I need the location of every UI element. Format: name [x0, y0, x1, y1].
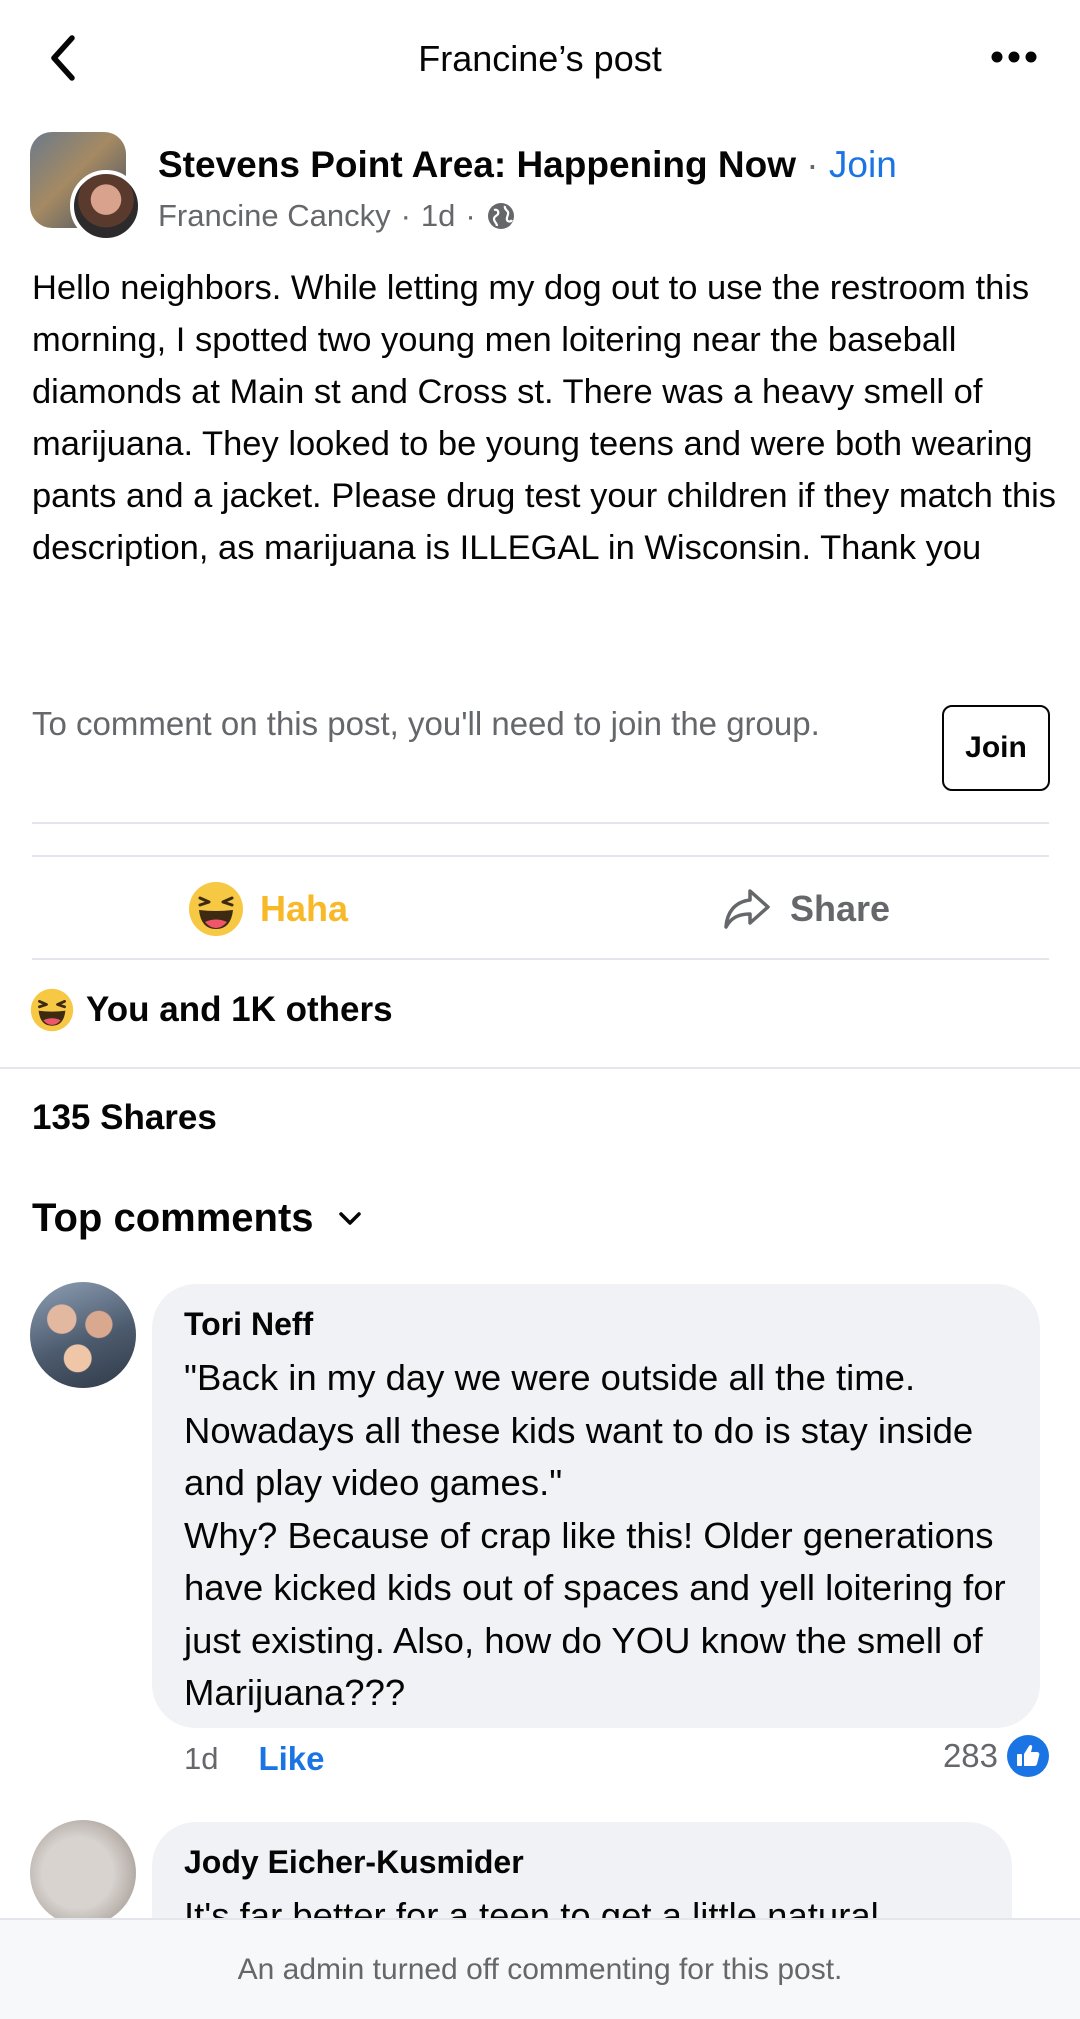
post-meta: Francine Cancky · 1d · [158, 198, 516, 234]
chevron-down-icon [338, 1211, 361, 1225]
group-name[interactable]: Stevens Point Area: Happening Now [158, 144, 796, 185]
post-body: Hello neighbors. While letting my dog ou… [32, 269, 1057, 567]
like-count-number: 283 [942, 1737, 998, 1774]
top-bar: Francine’s post [0, 0, 1080, 120]
commenter-avatar[interactable] [30, 1282, 136, 1388]
comment-time: 1d [184, 1741, 219, 1776]
join-prompt-text: To comment on this post, you'll need to … [32, 705, 820, 742]
comment-like-count[interactable]: 283 [943, 1734, 1050, 1778]
divider [32, 822, 1049, 824]
more-horizontal-icon [991, 51, 1037, 63]
join-group-link[interactable]: Join [829, 144, 897, 185]
commenting-disabled-bar: An admin turned off commenting for this … [0, 1918, 1080, 2019]
meta-separator: · [400, 198, 411, 233]
comment-author[interactable]: Jody Eicher-Kusmider [184, 1844, 524, 1881]
group-line: Stevens Point Area: Happening Now · Join [158, 144, 897, 186]
haha-reaction-button[interactable]: Haha [188, 880, 348, 938]
share-label: Share [790, 888, 891, 929]
divider [32, 855, 1049, 857]
post-time[interactable]: 1d [421, 198, 455, 234]
share-arrow-icon [724, 889, 770, 929]
comment-like-button[interactable]: Like [258, 1740, 324, 1778]
comment-meta: 1d Like [184, 1740, 325, 1778]
page-title: Francine’s post [418, 38, 662, 79]
comment-author[interactable]: Tori Neff [184, 1306, 313, 1343]
haha-emoji-icon [189, 882, 243, 936]
shares-count[interactable]: 135 Shares [32, 1098, 217, 1138]
share-button[interactable]: Share [722, 880, 890, 938]
divider [32, 958, 1049, 960]
comment-bubble: Tori Neff "Back in my day we were outsid… [152, 1284, 1040, 1728]
more-options-button[interactable] [984, 32, 1044, 82]
post-header: Stevens Point Area: Happening Now · Join… [30, 130, 1050, 242]
comment-text: "Back in my day we were outside all the … [184, 1357, 1006, 1713]
group-separator: · [806, 144, 819, 185]
globe-icon [487, 203, 514, 229]
author-name[interactable]: Francine Cancky [158, 198, 391, 234]
commenting-disabled-message: An admin turned off commenting for this … [237, 1952, 843, 1986]
thumbs-up-icon [1007, 1735, 1049, 1777]
meta-separator-2: · [465, 198, 476, 233]
divider [0, 1067, 1080, 1069]
haha-emoji-icon [30, 988, 74, 1032]
reactions-label: You and 1K others [86, 990, 393, 1029]
haha-label: Haha [260, 888, 349, 929]
author-avatar[interactable] [70, 170, 142, 242]
join-group-button[interactable]: Join [942, 705, 1050, 791]
reactions-summary[interactable]: You and 1K others [30, 988, 393, 1032]
commenter-avatar[interactable] [30, 1820, 136, 1926]
comments-sort-dropdown[interactable]: Top comments [32, 1196, 362, 1241]
comments-sort-label: Top comments [32, 1196, 314, 1240]
